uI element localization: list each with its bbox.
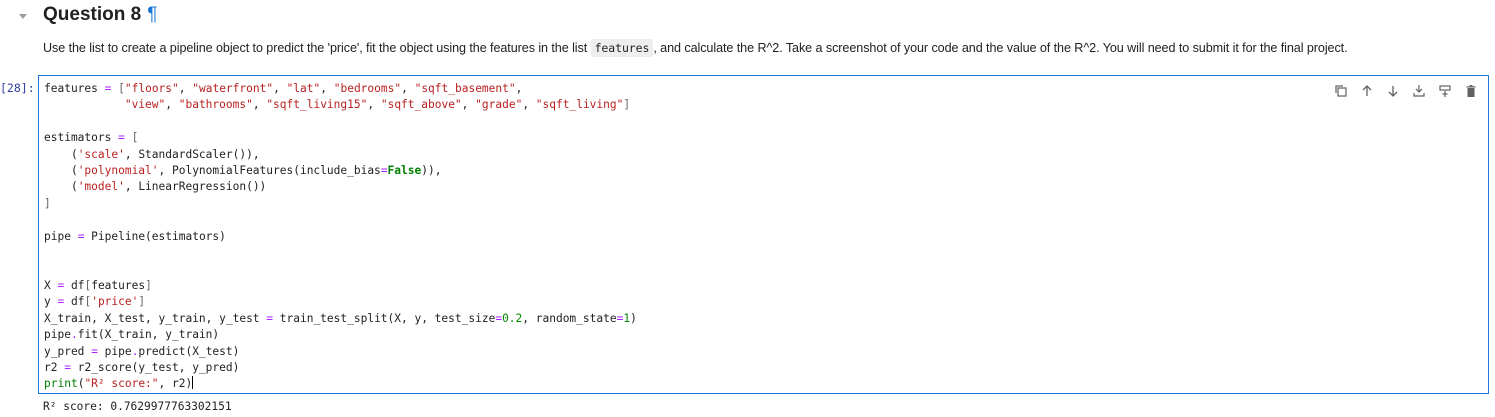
code-line: ('scale', StandardScaler()),	[44, 147, 260, 161]
execution-prompt: [28]:	[0, 81, 35, 95]
question-description: Use the list to create a pipeline object…	[43, 39, 1348, 57]
code-line: X = df[features]	[44, 278, 152, 292]
heading-anchor-link[interactable]: ¶	[147, 4, 157, 25]
insert-above-icon[interactable]	[1409, 81, 1428, 100]
code-cell-editor[interactable]: features = ["floors", "waterfront", "lat…	[38, 75, 1489, 394]
cell-output: R² score: 0.7629977763302151	[43, 400, 232, 413]
duplicate-icon[interactable]	[1331, 81, 1350, 100]
code-line: features = ["floors", "waterfront", "lat…	[44, 82, 523, 95]
code-line: print("R² score:", r2)	[44, 376, 194, 391]
description-after: , and calculate the R^2. Take a screensh…	[653, 41, 1348, 55]
delete-icon[interactable]	[1461, 81, 1480, 100]
code-block[interactable]: features = ["floors", "waterfront", "lat…	[44, 81, 637, 393]
code-line: ('polynomial', PolynomialFeatures(includ…	[44, 164, 442, 178]
description-before: Use the list to create a pipeline object…	[43, 41, 591, 55]
code-line: X_train, X_test, y_train, y_test = train…	[44, 311, 637, 325]
move-down-icon[interactable]	[1383, 81, 1402, 100]
text-cursor	[192, 376, 194, 390]
code-line: y = df['price']	[44, 295, 146, 309]
code-line: r2 = r2_score(y_test, y_pred)	[44, 360, 240, 374]
question-heading: Question 8 ¶	[43, 4, 157, 26]
code-line: ]	[44, 196, 51, 210]
heading-title: Question 8	[43, 4, 142, 25]
collapse-caret-icon[interactable]	[16, 9, 30, 23]
code-line: pipe.fit(X_train, y_train)	[44, 328, 220, 342]
code-line: ('model', LinearRegression())	[44, 180, 267, 194]
description-code: features	[590, 39, 654, 57]
code-line: pipe = Pipeline(estimators)	[44, 229, 226, 243]
code-line: estimators = [	[44, 131, 139, 145]
markdown-heading-row: Question 8 ¶	[0, 0, 1495, 32]
code-line: y_pred = pipe.predict(X_test)	[44, 344, 240, 358]
insert-below-icon[interactable]	[1435, 81, 1454, 100]
cell-toolbar	[1331, 81, 1480, 100]
code-line: "view", "bathrooms", "sqft_living15", "s…	[124, 98, 631, 112]
move-up-icon[interactable]	[1357, 81, 1376, 100]
